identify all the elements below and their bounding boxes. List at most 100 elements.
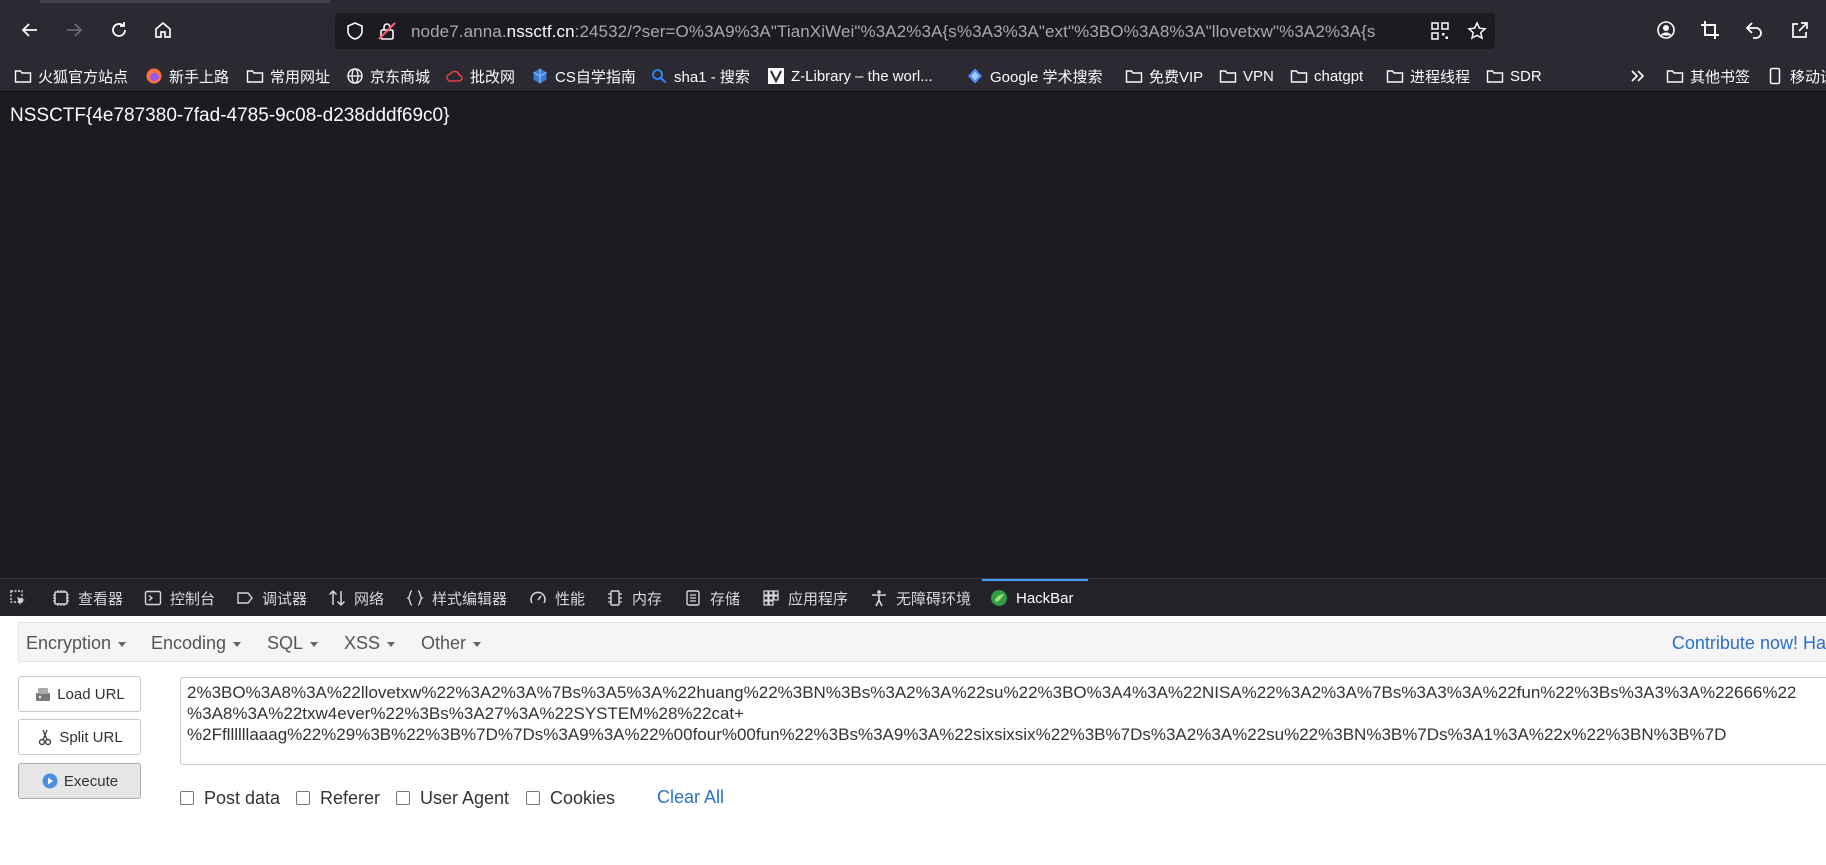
chevron-double-right-icon[interactable] — [1629, 64, 1653, 88]
bookmark-item[interactable]: 进程线程 — [1386, 64, 1470, 88]
bookmark-item[interactable]: chatgpt — [1290, 64, 1363, 88]
qr-code-icon[interactable] — [1430, 21, 1450, 41]
bookmark-item[interactable]: CS自学指南 — [531, 64, 636, 88]
bookmark-item[interactable]: 批改网 — [446, 64, 515, 88]
menu-sql[interactable]: SQL — [267, 633, 319, 654]
bookmark-item[interactable]: SDR — [1486, 64, 1542, 88]
devtools-tab-application[interactable]: 应用程序 — [762, 583, 848, 613]
bookmark-item[interactable]: 京东商城 — [346, 64, 430, 88]
execute-button[interactable]: Execute — [18, 763, 141, 799]
bookmark-label: 火狐官方站点 — [38, 68, 129, 86]
contribute-link[interactable]: Contribute now! Ha — [1672, 633, 1826, 654]
braces-icon — [406, 590, 424, 606]
devtools-tab-performance[interactable]: 性能 — [529, 583, 585, 613]
textarea-line: %3A8%3A%22txw4ever%22%3Bs%3A27%3A%22SYST… — [187, 704, 745, 723]
clear-all-link[interactable]: Clear All — [657, 787, 724, 808]
bookmark-item[interactable]: 免费VIP — [1125, 64, 1203, 88]
menu-xss[interactable]: XSS — [344, 633, 396, 654]
devtools-tab-network[interactable]: 网络 — [328, 583, 384, 613]
bookmark-label: 新手上路 — [169, 68, 230, 86]
url-text[interactable]: node7.anna.nssctf.cn:24532/?ser=O%3A9%3A… — [411, 22, 1411, 42]
split-url-button[interactable]: Split URL — [18, 719, 141, 755]
referer-checkbox[interactable]: Referer — [296, 784, 380, 812]
bookmark-item[interactable]: Z-Library – the worl... — [767, 64, 933, 88]
bookmark-item[interactable]: 常用网址 — [246, 64, 330, 88]
checkbox-box[interactable] — [396, 791, 410, 805]
memory-icon — [608, 590, 622, 606]
home-icon[interactable] — [147, 14, 179, 46]
bookmarks-toolbar: 火狐官方站点 新手上路 常用网址 京东商城 批改网 CS自学指南 sha1 - … — [0, 60, 1826, 92]
insecure-lock-icon[interactable] — [377, 21, 397, 41]
checkbox-label: User Agent — [420, 787, 510, 808]
bookmark-item[interactable]: Google 学术搜索 — [966, 64, 1103, 88]
devtools-tab-style-editor[interactable]: 样式编辑器 — [406, 583, 507, 613]
crop-icon[interactable] — [1694, 14, 1726, 46]
devtools-tab-accessibility[interactable]: 无障碍环境 — [870, 583, 971, 613]
url-textarea[interactable]: 2%3BO%3A8%3A%22llovetxw%22%3A2%3A%7Bs%3A… — [180, 677, 1826, 765]
grid-icon — [763, 590, 779, 606]
url-prefix: node7.anna. — [411, 22, 507, 41]
bookmark-label: Z-Library – the worl... — [791, 67, 933, 85]
forward-icon[interactable] — [58, 14, 90, 46]
folder-icon — [1386, 70, 1404, 83]
checkbox-box[interactable] — [526, 791, 540, 805]
bookmark-item[interactable]: 新手上路 — [145, 64, 229, 88]
reload-icon[interactable] — [103, 14, 135, 46]
load-url-button[interactable]: Load URL — [18, 676, 141, 712]
mobile-bookmarks[interactable]: 移动设 — [1766, 64, 1826, 88]
bookmark-item[interactable]: 火狐官方站点 — [14, 64, 128, 88]
storage-icon — [686, 590, 700, 606]
menu-label: Other — [421, 633, 467, 653]
menu-encryption[interactable]: Encryption — [26, 633, 127, 654]
folder-icon — [1219, 70, 1237, 83]
folder-icon — [1125, 70, 1143, 83]
element-picker-icon[interactable] — [9, 583, 35, 613]
url-bar[interactable]: node7.anna.nssctf.cn:24532/?ser=O%3A9%3A… — [335, 13, 1495, 49]
cloud-icon — [446, 70, 463, 82]
bookmark-item[interactable]: sha1 - 搜索 — [650, 64, 750, 88]
other-bookmarks[interactable]: 其他书签 — [1666, 64, 1750, 88]
devtools-tab-memory[interactable]: 内存 — [606, 583, 662, 613]
caret-down-icon — [387, 641, 396, 647]
menu-encoding[interactable]: Encoding — [151, 633, 242, 654]
gauge-icon — [530, 591, 546, 604]
devtools-tab-debugger[interactable]: 调试器 — [236, 583, 307, 613]
user-agent-checkbox[interactable]: User Agent — [396, 784, 509, 812]
checkbox-box[interactable] — [180, 791, 194, 805]
shield-icon[interactable] — [345, 21, 365, 41]
devtools-tab-hackbar[interactable]: HackBar — [990, 583, 1074, 613]
active-tab-strip[interactable] — [40, 0, 330, 3]
post-data-checkbox[interactable]: Post data — [180, 784, 280, 812]
textarea-line: 2%3BO%3A8%3A%22llovetxw%22%3A2%3A%7Bs%3A… — [187, 683, 1797, 702]
diamond-icon — [968, 68, 982, 84]
menu-other[interactable]: Other — [421, 633, 482, 654]
star-icon[interactable] — [1467, 21, 1487, 41]
back-icon[interactable] — [14, 14, 46, 46]
account-icon[interactable] — [1650, 14, 1682, 46]
share-icon[interactable] — [1784, 14, 1816, 46]
undo-icon[interactable] — [1738, 14, 1770, 46]
checkbox-label: Cookies — [550, 787, 616, 808]
active-tab-indicator — [982, 579, 1088, 581]
devtools-tab-inspector[interactable]: 查看器 — [52, 583, 123, 613]
cookies-checkbox[interactable]: Cookies — [526, 784, 615, 812]
devtools-tab-label: 控制台 — [170, 590, 216, 608]
bookmark-label: CS自学指南 — [555, 68, 636, 86]
devtools-tab-storage[interactable]: 存储 — [684, 583, 740, 613]
checkbox-label: Post data — [204, 787, 281, 808]
bookmark-label: 京东商城 — [370, 68, 431, 86]
zlib-icon — [768, 68, 784, 84]
hackbar-menu: Encryption Encoding SQL XSS Other Contri… — [18, 622, 1826, 662]
mobile-bookmarks-label: 移动设 — [1790, 68, 1826, 86]
split-url-label: Split URL — [59, 728, 123, 746]
checkbox-box[interactable] — [296, 791, 310, 805]
bookmark-label: Google 学术搜索 — [990, 68, 1103, 86]
devtools-tab-console[interactable]: 控制台 — [144, 583, 215, 613]
load-url-label: Load URL — [57, 685, 125, 703]
bookmark-item[interactable]: VPN — [1219, 64, 1274, 88]
devtools-tab-label: 性能 — [555, 590, 586, 608]
folder-icon — [1666, 70, 1684, 83]
browser-window: node7.anna.nssctf.cn:24532/?ser=O%3A9%3A… — [0, 0, 1826, 865]
mobile-icon — [1769, 67, 1781, 85]
bookmark-label: 进程线程 — [1410, 68, 1471, 86]
